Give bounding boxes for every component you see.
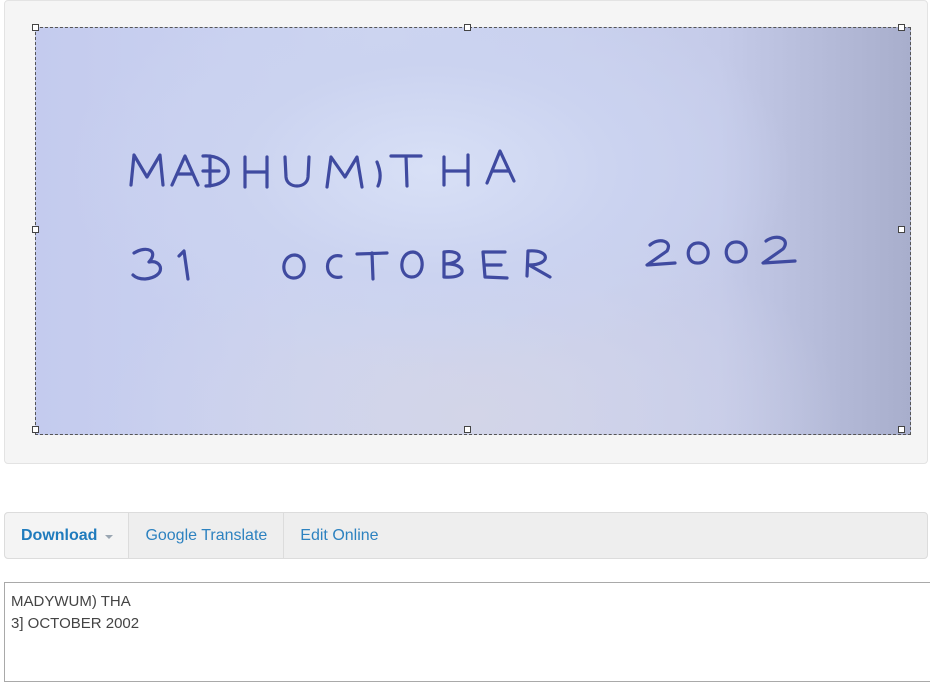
edit-online-button[interactable]: Edit Online	[284, 513, 394, 558]
handwriting-image	[129, 149, 797, 281]
google-translate-button[interactable]: Google Translate	[129, 513, 285, 558]
image-preview-panel	[4, 0, 928, 464]
result-toolbar: Download Google Translate Edit Online	[4, 512, 928, 559]
ocr-result-textarea[interactable]: MADYWUM) THA 3] OCTOBER 2002	[4, 582, 930, 682]
download-dropdown-button[interactable]: Download	[5, 513, 130, 558]
download-label: Download	[21, 526, 98, 544]
crop-handle-bottom-middle[interactable]	[464, 426, 471, 433]
result-line-2: 3] OCTOBER 2002	[11, 615, 140, 632]
caret-down-icon	[105, 534, 114, 539]
crop-handle-top-right[interactable]	[898, 24, 905, 31]
crop-handle-middle-left[interactable]	[32, 226, 39, 233]
crop-handle-top-left[interactable]	[32, 24, 39, 31]
crop-handle-middle-right[interactable]	[898, 226, 905, 233]
crop-handle-bottom-left[interactable]	[32, 426, 39, 433]
crop-handle-bottom-right[interactable]	[898, 426, 905, 433]
uploaded-photo	[35, 27, 911, 435]
google-translate-label: Google Translate	[145, 526, 268, 544]
result-line-1: MADYWUM) THA	[11, 593, 131, 610]
edit-online-label: Edit Online	[300, 526, 379, 544]
crop-handle-top-middle[interactable]	[464, 24, 471, 31]
